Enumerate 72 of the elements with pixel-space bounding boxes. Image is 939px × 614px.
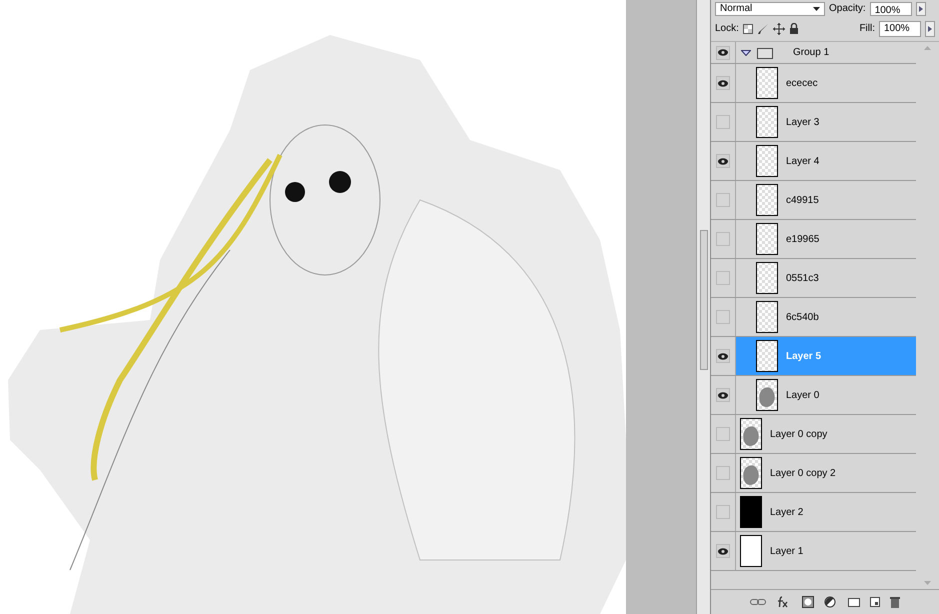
adjustment-icon[interactable]	[824, 596, 838, 608]
layer-name: Layer 3	[786, 116, 820, 130]
visibility-toggle[interactable]	[716, 46, 730, 60]
layer-row[interactable]: 6c540b	[711, 298, 916, 337]
folder-icon[interactable]	[848, 597, 860, 607]
lock-transparency-icon[interactable]	[742, 24, 753, 34]
visibility-toggle[interactable]	[716, 466, 730, 480]
layer-name: Layer 0 copy	[770, 428, 828, 442]
layer-row[interactable]: Layer 0 copy 2	[711, 454, 916, 493]
visibility-toggle[interactable]	[716, 388, 730, 402]
blend-mode-value: Normal	[720, 2, 752, 16]
visibility-toggle[interactable]	[716, 349, 730, 363]
layer-row[interactable]: Layer 4	[711, 142, 916, 181]
fill-field[interactable]: 100%	[879, 20, 921, 36]
layer-row[interactable]: Layer 1	[711, 532, 916, 571]
eye-icon	[718, 352, 728, 360]
fill-label: Fill:	[859, 22, 875, 36]
opacity-label: Opacity:	[829, 2, 866, 16]
layer-row[interactable]: c49915	[711, 181, 916, 220]
scrollbar-thumb[interactable]	[700, 230, 708, 370]
visibility-toggle[interactable]	[716, 544, 730, 558]
eye-icon	[718, 49, 728, 56]
layer-name: Layer 2	[770, 506, 804, 520]
eye-icon	[718, 80, 728, 86]
visibility-toggle[interactable]	[716, 271, 730, 285]
layer-name: Layer 5	[786, 350, 822, 364]
layer-name: Group 1	[793, 46, 830, 60]
layer-name: 6c540b	[786, 310, 819, 324]
layer-name: e19965	[786, 232, 820, 246]
move-icon[interactable]	[772, 22, 785, 34]
opacity-field[interactable]: 100%	[870, 2, 912, 16]
dropdown-caret-icon	[813, 6, 820, 10]
new-layer-icon[interactable]	[870, 597, 880, 607]
layer-row[interactable]: 0551c3	[711, 259, 916, 298]
layer-name: Layer 1	[770, 544, 804, 558]
link-icon[interactable]	[750, 598, 766, 606]
visibility-toggle[interactable]	[716, 427, 730, 441]
arrow-icon	[918, 6, 923, 12]
layer-name: c49915	[786, 194, 819, 208]
visibility-toggle[interactable]	[716, 154, 730, 168]
visibility-toggle[interactable]	[716, 76, 730, 90]
layer-name: ececec	[786, 76, 818, 90]
arrow-button[interactable]	[916, 2, 926, 16]
brush-icon[interactable]	[756, 22, 769, 34]
visibility-toggle[interactable]	[716, 505, 730, 519]
blend-mode-dropdown[interactable]: Normal	[715, 2, 825, 16]
visibility-toggle[interactable]	[716, 232, 730, 246]
lock-label: Lock:	[715, 22, 739, 36]
folder-icon	[757, 46, 773, 58]
layer-row[interactable]: e19965	[711, 220, 916, 259]
visibility-toggle[interactable]	[716, 115, 730, 129]
eye-icon	[718, 548, 728, 554]
layer-row[interactable]: Layer 0 copy	[711, 415, 916, 454]
layer-name: Layer 0	[786, 388, 820, 402]
visibility-toggle[interactable]	[716, 310, 730, 324]
layer-name: Layer 4	[786, 154, 820, 168]
visibility-toggle[interactable]	[716, 193, 730, 207]
trash-icon[interactable]	[890, 596, 900, 608]
layer-name: 0551c3	[786, 272, 819, 286]
layer-row[interactable]: Group 1	[711, 42, 916, 64]
layer-name: Layer 0 copy 2	[770, 466, 836, 480]
arrow-icon	[928, 26, 932, 32]
lock-icon[interactable]	[788, 23, 799, 34]
expand-caret-icon[interactable]	[741, 50, 751, 56]
layer-row[interactable]: Layer 3	[711, 103, 916, 142]
eye-icon	[718, 392, 728, 398]
mask-icon[interactable]	[802, 596, 814, 608]
layer-row[interactable]: ececec	[711, 64, 916, 103]
eye-icon	[718, 158, 728, 164]
arrow-button[interactable]	[925, 20, 935, 36]
layer-row[interactable]: Layer 2	[711, 493, 916, 532]
layer-row[interactable]: Layer 0	[711, 376, 916, 415]
